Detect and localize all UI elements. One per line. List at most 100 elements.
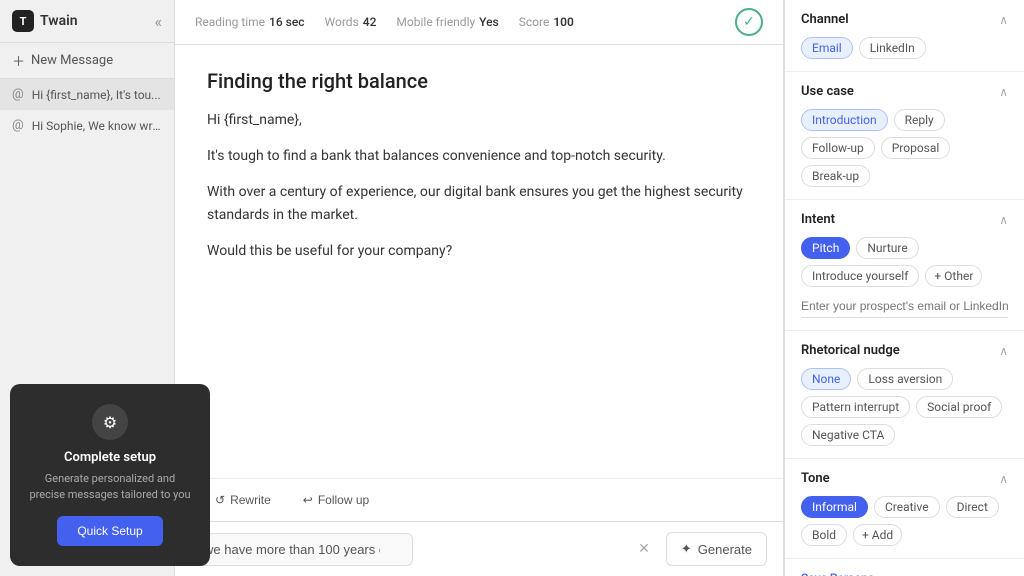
rhetorical-nudge-tags: None Loss aversion Pattern interrupt Soc… — [801, 368, 1008, 446]
tone-plus-add[interactable]: + Add — [853, 524, 902, 546]
channel-tags: Email LinkedIn — [801, 37, 1008, 59]
logo-icon: T — [12, 10, 34, 32]
tone-tags: Informal Creative Direct Bold + Add — [801, 496, 1008, 546]
nudge-tag-negative-cta[interactable]: Negative CTA — [801, 424, 895, 446]
collapse-sidebar-icon[interactable]: « — [154, 12, 162, 31]
intent-plus-other[interactable]: + Other — [925, 265, 982, 287]
check-circle-icon: ✓ — [735, 8, 763, 36]
channel-header: Channel ∧ — [801, 12, 1008, 27]
mobile-value: Yes — [479, 15, 499, 29]
generate-button[interactable]: ✦ Generate — [666, 532, 767, 566]
use-case-tag-introduction[interactable]: Introduction — [801, 109, 888, 131]
toolbar: Reading time 16 sec Words 42 Mobile frie… — [175, 0, 783, 45]
rhetorical-nudge-section: Rhetorical nudge ∧ None Loss aversion Pa… — [785, 331, 1024, 459]
generate-label: Generate — [698, 542, 752, 557]
use-case-tag-reply[interactable]: Reply — [894, 109, 945, 131]
channel-title: Channel — [801, 12, 849, 27]
right-panel: Channel ∧ Email LinkedIn Use case ∧ Intr… — [784, 0, 1024, 576]
quick-setup-button[interactable]: Quick Setup — [57, 516, 162, 546]
message-input[interactable] — [191, 533, 413, 566]
use-case-tag-proposal[interactable]: Proposal — [881, 137, 951, 159]
intent-collapse-icon[interactable]: ∧ — [999, 213, 1008, 227]
channel-tag-email[interactable]: Email — [801, 37, 853, 59]
use-case-title: Use case — [801, 84, 854, 99]
mobile-label: Mobile friendly — [396, 15, 475, 29]
nudge-tag-social-proof[interactable]: Social proof — [916, 396, 1002, 418]
reading-time-label: Reading time — [195, 15, 265, 29]
tone-tag-informal[interactable]: Informal — [801, 496, 868, 518]
setup-icon: ⚙ — [92, 404, 128, 440]
intent-tag-introduce[interactable]: Introduce yourself — [801, 265, 919, 287]
tone-tag-bold[interactable]: Bold — [801, 524, 847, 546]
use-case-tags: Introduction Reply Follow-up Proposal Br… — [801, 109, 1008, 187]
intent-input[interactable] — [801, 295, 1008, 318]
intent-title: Intent — [801, 212, 835, 227]
sidebar-item-text-1: Hi {first_name}, It's tou... — [32, 88, 161, 102]
score-label: Score — [519, 15, 550, 29]
save-persona-link[interactable]: Save Persona — [801, 571, 1008, 576]
message-para-4: Would this be useful for your company? — [207, 240, 751, 264]
score-value: 100 — [553, 15, 574, 29]
app-name: Twain — [40, 13, 78, 29]
mobile-stat: Mobile friendly Yes — [396, 15, 498, 29]
intent-tag-pitch[interactable]: Pitch — [801, 237, 850, 259]
nudge-tag-pattern-interrupt[interactable]: Pattern interrupt — [801, 396, 910, 418]
input-area: ✕ ✦ Generate — [175, 521, 783, 576]
tone-section: Tone ∧ Informal Creative Direct Bold + A… — [785, 459, 1024, 559]
intent-tag-nurture[interactable]: Nurture — [856, 237, 918, 259]
follow-up-button[interactable]: ↩ Follow up — [295, 489, 377, 511]
input-wrapper: ✕ — [191, 533, 658, 566]
message-title: Finding the right balance — [207, 69, 751, 93]
new-message-button[interactable]: ＋ New Message — [0, 43, 174, 79]
app-logo: T Twain — [12, 10, 78, 32]
follow-up-icon: ↩ — [303, 493, 313, 507]
words-label: Words — [325, 15, 359, 29]
use-case-section: Use case ∧ Introduction Reply Follow-up … — [785, 72, 1024, 200]
rewrite-icon: ↺ — [215, 493, 225, 507]
message-icon-2: @ — [12, 118, 24, 133]
message-icon-1: @ — [12, 87, 24, 102]
channel-tag-linkedin[interactable]: LinkedIn — [859, 37, 926, 59]
channel-section: Channel ∧ Email LinkedIn — [785, 0, 1024, 72]
rhetorical-nudge-header: Rhetorical nudge ∧ — [801, 343, 1008, 358]
sidebar-item-text-2: Hi Sophie, We know wri... — [32, 119, 162, 133]
sidebar-item-msg1[interactable]: @ Hi {first_name}, It's tou... — [0, 79, 174, 110]
sidebar: T Twain « ＋ New Message @ Hi {first_name… — [0, 0, 175, 576]
reading-time-stat: Reading time 16 sec — [195, 15, 305, 29]
use-case-header: Use case ∧ — [801, 84, 1008, 99]
plus-icon: ＋ — [12, 51, 25, 70]
message-body: Hi {first_name}, It's tough to find a ba… — [207, 109, 751, 264]
intent-section: Intent ∧ Pitch Nurture Introduce yoursel… — [785, 200, 1024, 331]
message-actions: ↺ Rewrite ↩ Follow up — [175, 478, 783, 521]
use-case-tag-breakup[interactable]: Break-up — [801, 165, 870, 187]
new-message-label: New Message — [31, 53, 113, 68]
message-para-3: With over a century of experience, our d… — [207, 181, 751, 229]
tone-title: Tone — [801, 471, 830, 486]
words-value: 42 — [363, 15, 377, 29]
rewrite-button[interactable]: ↺ Rewrite — [207, 489, 279, 511]
channel-collapse-icon[interactable]: ∧ — [999, 13, 1008, 27]
message-para-2: It's tough to find a bank that balances … — [207, 145, 751, 169]
intent-header: Intent ∧ — [801, 212, 1008, 227]
clear-input-icon[interactable]: ✕ — [638, 541, 650, 557]
setup-popup: ⚙ Complete setup Generate personalized a… — [10, 384, 210, 566]
tone-tag-creative[interactable]: Creative — [874, 496, 940, 518]
setup-title: Complete setup — [26, 450, 194, 465]
tone-header: Tone ∧ — [801, 471, 1008, 486]
generate-icon: ✦ — [681, 541, 692, 557]
rhetorical-nudge-collapse-icon[interactable]: ∧ — [999, 344, 1008, 358]
score-stat: Score 100 — [519, 15, 574, 29]
use-case-tag-followup[interactable]: Follow-up — [801, 137, 875, 159]
nudge-tag-none[interactable]: None — [801, 368, 851, 390]
persona-section: Save Persona Ideal customer profile ∨ Pr… — [785, 559, 1024, 576]
sidebar-item-msg2[interactable]: @ Hi Sophie, We know wri... — [0, 110, 174, 141]
nudge-tag-loss-aversion[interactable]: Loss aversion — [857, 368, 953, 390]
intent-tags: Pitch Nurture Introduce yourself + Other — [801, 237, 1008, 287]
tone-collapse-icon[interactable]: ∧ — [999, 472, 1008, 486]
use-case-collapse-icon[interactable]: ∧ — [999, 85, 1008, 99]
content-area: Finding the right balance Hi {first_name… — [175, 45, 783, 478]
setup-description: Generate personalized and precise messag… — [26, 471, 194, 502]
rewrite-label: Rewrite — [230, 493, 271, 507]
sidebar-header: T Twain « — [0, 0, 174, 43]
tone-tag-direct[interactable]: Direct — [946, 496, 999, 518]
